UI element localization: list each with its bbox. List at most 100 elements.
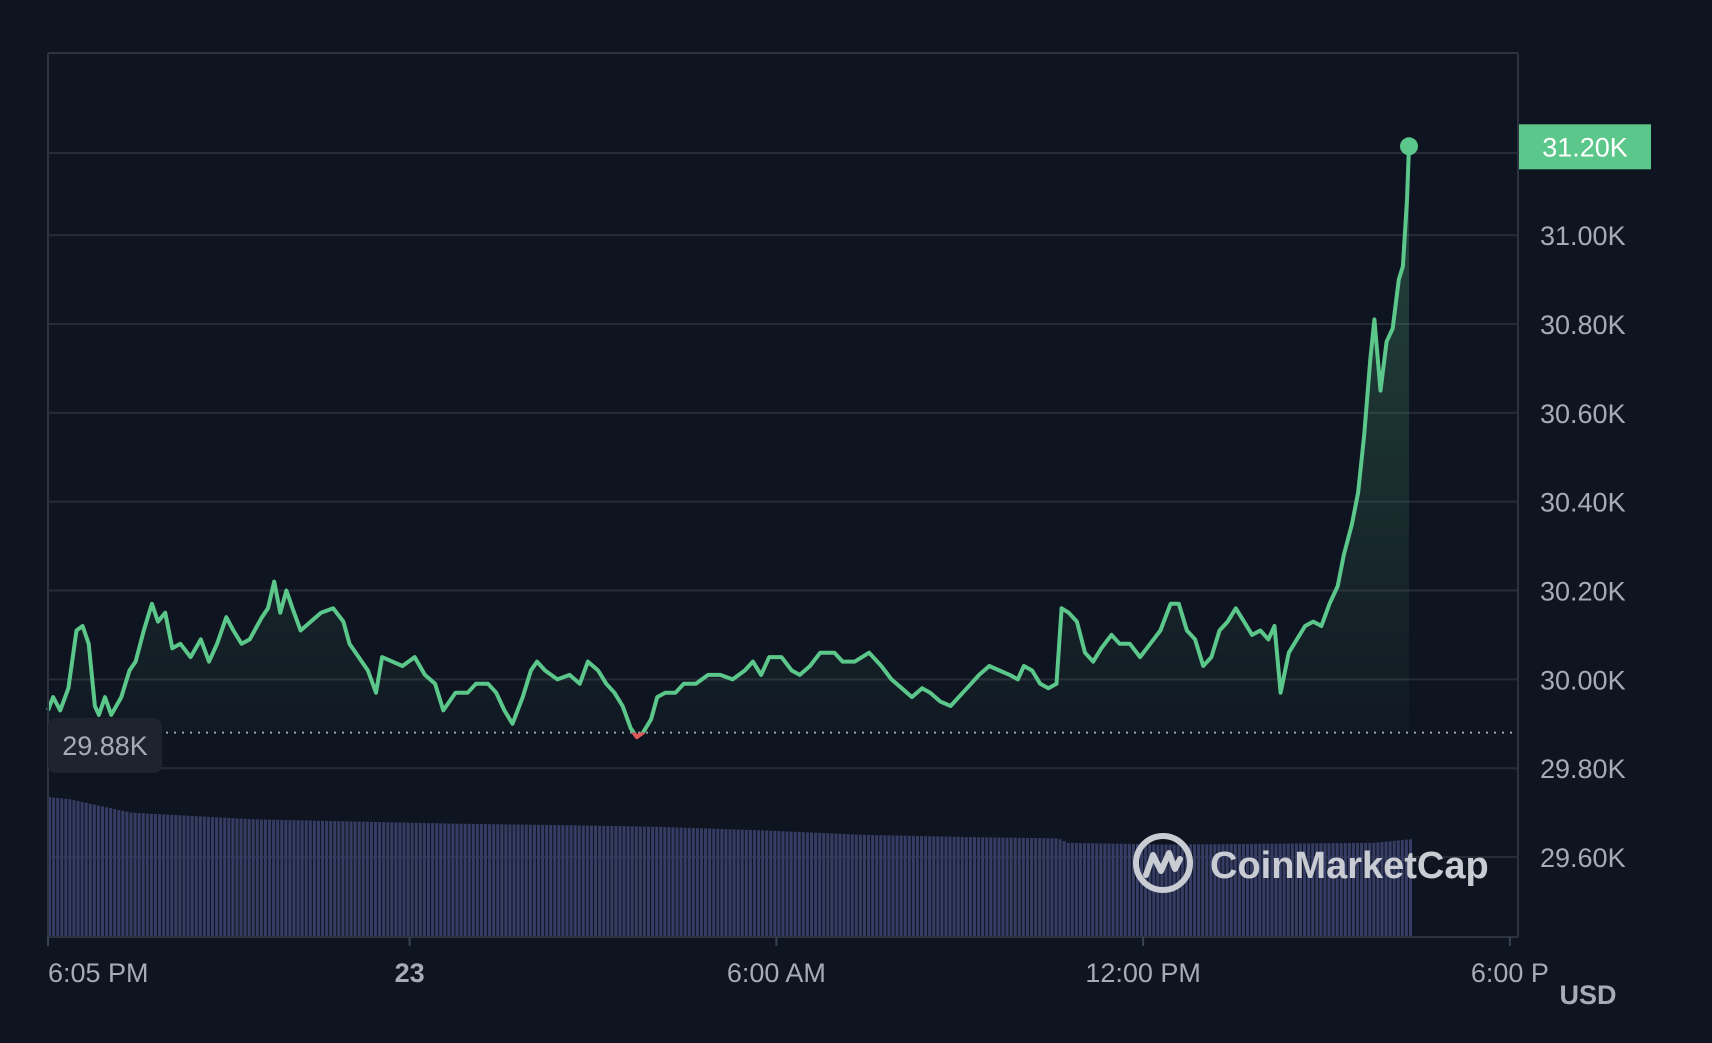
volume-bar bbox=[1201, 844, 1205, 937]
volume-bar bbox=[773, 830, 777, 937]
volume-bar bbox=[789, 831, 793, 937]
volume-bar bbox=[1030, 837, 1034, 937]
volume-bar bbox=[1025, 837, 1029, 937]
volume-bar bbox=[634, 826, 638, 937]
volume-bar bbox=[1095, 843, 1099, 937]
volume-bar bbox=[329, 820, 333, 937]
y-tick-label: 31.00K bbox=[1540, 221, 1626, 251]
volume-bar bbox=[655, 826, 659, 937]
volume-bar bbox=[1038, 838, 1042, 937]
volume-bar bbox=[659, 826, 663, 937]
volume-bar bbox=[920, 836, 924, 937]
volume-bar bbox=[956, 836, 960, 937]
volume-bar bbox=[915, 835, 919, 937]
volume-bar bbox=[60, 798, 64, 937]
volume-bar bbox=[785, 831, 789, 937]
volume-bar bbox=[642, 826, 646, 937]
currency-label: USD bbox=[1559, 980, 1616, 1010]
volume-bar bbox=[520, 824, 524, 937]
volume-bar bbox=[846, 834, 850, 937]
volume-bar bbox=[113, 809, 117, 937]
volume-bar bbox=[1058, 839, 1062, 937]
volume-bar bbox=[960, 836, 964, 937]
volume-bar bbox=[223, 817, 227, 937]
volume-bar bbox=[239, 818, 243, 937]
volume-bar bbox=[1103, 843, 1107, 937]
volume-bar bbox=[814, 832, 818, 937]
volume-bar bbox=[129, 812, 133, 937]
volume-bar bbox=[671, 827, 675, 937]
volume-bar bbox=[92, 804, 96, 937]
volume-bar bbox=[777, 831, 781, 937]
volume-bar bbox=[455, 823, 459, 937]
volume-bar bbox=[1062, 841, 1066, 937]
volume-bar bbox=[88, 803, 92, 937]
volume-bar bbox=[1005, 837, 1009, 937]
volume-bar bbox=[569, 825, 573, 937]
volume-bar bbox=[414, 822, 418, 937]
volume-bar bbox=[504, 824, 508, 937]
volume-bar bbox=[862, 834, 866, 937]
volume-bar bbox=[647, 826, 651, 937]
volume-bar bbox=[691, 827, 695, 937]
volume-bar bbox=[68, 799, 72, 937]
volume-bar bbox=[801, 832, 805, 937]
volume-bar bbox=[651, 826, 655, 937]
volume-bar bbox=[1078, 843, 1082, 937]
volume-bar bbox=[410, 822, 414, 937]
volume-bar bbox=[614, 826, 618, 937]
volume-bar bbox=[227, 817, 231, 937]
volume-bar bbox=[475, 823, 479, 937]
volume-bar bbox=[1099, 843, 1103, 937]
volume-bar bbox=[439, 823, 443, 937]
volume-bar bbox=[1013, 837, 1017, 937]
volume-bar bbox=[1119, 843, 1123, 937]
volume-bar bbox=[936, 836, 940, 937]
volume-bar bbox=[382, 822, 386, 937]
volume-bar bbox=[822, 833, 826, 937]
volume-bar bbox=[769, 830, 773, 937]
volume-bar bbox=[765, 830, 769, 937]
volume-bar bbox=[708, 828, 712, 937]
volume-bar bbox=[76, 801, 80, 937]
volume-bar bbox=[194, 816, 198, 937]
volume-bar bbox=[879, 835, 883, 937]
price-chart[interactable]: 29.60K 29.80K 30.00K 30.20K 30.40K 30.60K 30.8… bbox=[0, 0, 1712, 1038]
volume-bar bbox=[944, 836, 948, 937]
volume-bar bbox=[390, 822, 394, 937]
volume-bar bbox=[683, 827, 687, 937]
volume-bar bbox=[206, 816, 210, 937]
volume-bar bbox=[105, 807, 109, 937]
volume-bar bbox=[378, 822, 382, 937]
volume-bar bbox=[585, 825, 589, 937]
volume-bar bbox=[84, 802, 88, 937]
volume-bar bbox=[899, 835, 903, 937]
volume-bar bbox=[133, 812, 137, 937]
volume-bar bbox=[235, 818, 239, 937]
volume-bar bbox=[952, 836, 956, 937]
volume-bar bbox=[471, 823, 475, 937]
volume-bar bbox=[630, 826, 634, 937]
volume-bar bbox=[109, 808, 113, 937]
volume-bar bbox=[1144, 844, 1148, 937]
volume-bar bbox=[805, 832, 809, 937]
volume-bar bbox=[573, 825, 577, 937]
current-price-label: 31.20K bbox=[1542, 132, 1628, 162]
volume-bar bbox=[553, 825, 557, 937]
volume-bar bbox=[426, 823, 430, 937]
volume-bar bbox=[545, 824, 549, 937]
volume-bar bbox=[1193, 844, 1197, 937]
volume-bar bbox=[528, 824, 532, 937]
volume-bar bbox=[174, 815, 178, 937]
volume-bar bbox=[577, 825, 581, 937]
volume-bar bbox=[64, 798, 68, 937]
volume-bar bbox=[1070, 842, 1074, 937]
volume-bar bbox=[56, 797, 60, 937]
volume-bar bbox=[981, 837, 985, 937]
volume-bar bbox=[932, 836, 936, 937]
volume-bar bbox=[761, 830, 765, 937]
volume-bar bbox=[292, 820, 296, 937]
current-price-dot bbox=[1399, 137, 1418, 156]
y-tick-label: 29.80K bbox=[1540, 754, 1626, 784]
volume-bar bbox=[96, 805, 100, 937]
